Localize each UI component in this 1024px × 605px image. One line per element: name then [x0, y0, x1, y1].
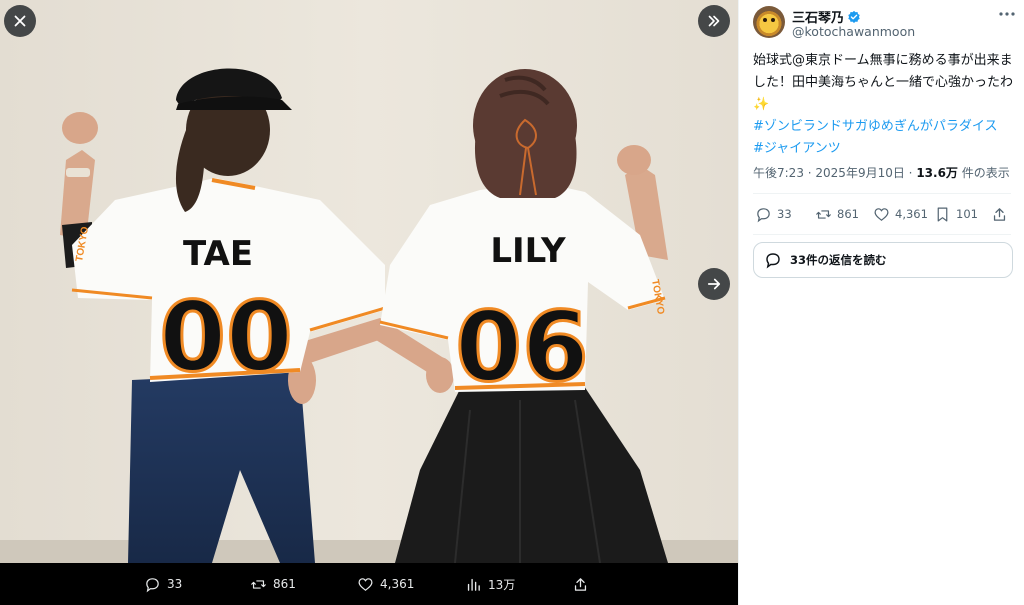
media-share-button[interactable] [572, 563, 589, 605]
repost-icon [815, 209, 832, 219]
more-options-button[interactable] [997, 6, 1017, 22]
tweet-meta: 午後7:23 · 2025年9月10日 · 13.6万 件の表示 [753, 166, 1010, 180]
close-icon [14, 15, 26, 27]
jersey-number-right: 06 [455, 291, 589, 403]
like-count: 4,361 [895, 207, 928, 221]
views-label: 件の表示 [961, 166, 1010, 180]
reply-icon [757, 207, 770, 222]
share-button[interactable] [991, 194, 1008, 234]
repost-button[interactable]: 861 [815, 194, 859, 234]
views-count: 13.6万 [916, 166, 958, 180]
hashtag-link[interactable]: #ジャイアンツ [753, 138, 1021, 160]
media-repost-count: 861 [273, 577, 296, 591]
reply-icon [146, 577, 159, 592]
close-button[interactable] [4, 5, 36, 37]
author-handle[interactable]: @kotochawanmoon [792, 24, 915, 39]
jersey-name-left: TAE [183, 234, 253, 274]
jersey-number-left: 00 [159, 281, 293, 393]
like-icon [358, 577, 373, 591]
next-arrow-icon [707, 278, 721, 290]
media-views-count: 13万 [488, 577, 516, 592]
avatar[interactable] [753, 6, 785, 38]
bookmark-button[interactable]: 101 [934, 194, 978, 234]
repost-count: 861 [837, 207, 859, 221]
hashtag-link[interactable]: #ゾンビランドサガゆめぎんがパラダイス [753, 116, 1021, 138]
tweet-text: 始球式@東京ドーム無事に務める事が出来ました！田中美海ちゃんと一緒で心強かったわ… [753, 50, 1021, 160]
media-reply-button[interactable]: 33 [144, 563, 182, 605]
read-replies-label: 33件の返信を読む [790, 253, 887, 267]
tweet-body: 始球式@東京ドーム無事に務める事が出来ました！田中美海ちゃんと一緒で心強かったわ [753, 53, 1014, 90]
media-action-bar: 33 861 4,361 13万 [0, 563, 738, 605]
reply-button[interactable]: 33 [755, 194, 792, 234]
read-replies-button[interactable]: 33件の返信を読む [753, 242, 1013, 278]
more-icon [999, 12, 1015, 16]
tweet-actions: 33 861 4,361 101 [753, 194, 1011, 234]
expand-icon [708, 15, 720, 27]
tweet-detail-panel: 三石琴乃 @kotochawanmoon 始球式@東京ドーム無事に務める事が出来… [738, 0, 1024, 605]
divider [753, 234, 1011, 235]
reply-count: 33 [777, 207, 792, 221]
jersey-name-right: LILY [490, 231, 566, 271]
bookmark-icon [937, 207, 948, 221]
media-views-button[interactable]: 13万 [465, 563, 515, 605]
like-icon [874, 207, 889, 221]
expand-button[interactable] [698, 5, 730, 37]
sparkle-emoji: ✨ [753, 97, 770, 112]
media-viewer: TOKYO TOKYO TAE 00 LILY 06 33 861 4,361 … [0, 0, 738, 605]
media-repost-button[interactable]: 861 [250, 563, 296, 605]
tweet-date[interactable]: 2025年9月10日 [815, 166, 904, 180]
avatar-eye [763, 18, 767, 22]
tweet-photo: TOKYO TOKYO TAE 00 LILY 06 [0, 0, 738, 563]
media-like-button[interactable]: 4,361 [357, 563, 414, 605]
tweet-time[interactable]: 午後7:23 [753, 166, 804, 180]
reply-bubble-icon [766, 253, 780, 269]
views-icon [467, 578, 480, 591]
avatar-eye [771, 18, 775, 22]
media-like-count: 4,361 [380, 577, 415, 591]
bookmark-count: 101 [956, 207, 978, 221]
share-icon [993, 207, 1006, 221]
media-reply-count: 33 [167, 577, 183, 591]
share-icon [574, 577, 587, 591]
verified-badge-icon [848, 10, 860, 23]
next-image-button[interactable] [698, 268, 730, 300]
like-button[interactable]: 4,361 [873, 194, 928, 234]
repost-icon [250, 579, 267, 589]
